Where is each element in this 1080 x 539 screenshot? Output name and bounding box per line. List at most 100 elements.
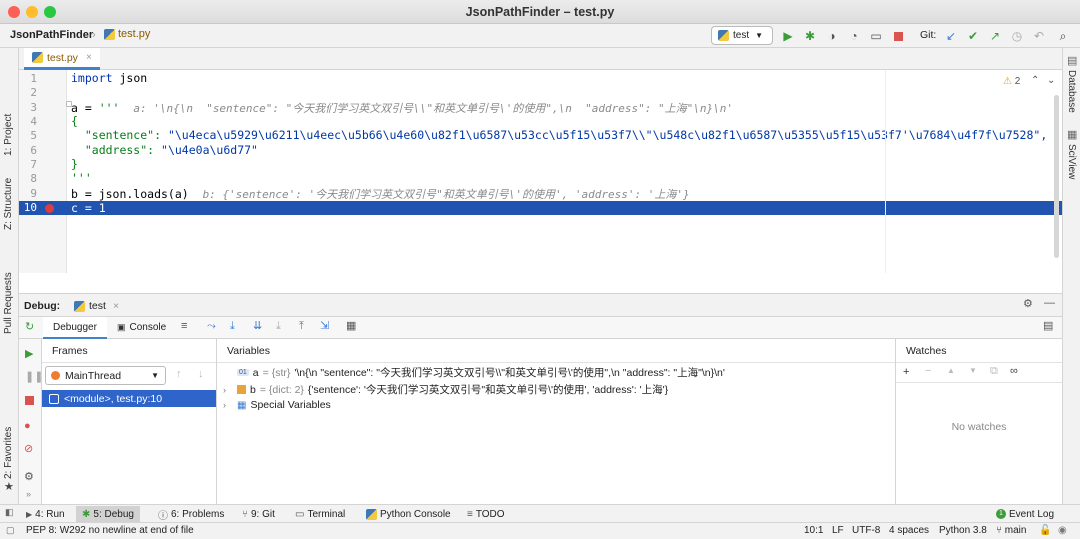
run-icon[interactable]: ▶	[779, 27, 797, 45]
file-encoding[interactable]: UTF-8	[852, 525, 880, 536]
show-execution-point-icon[interactable]: ⤳	[207, 321, 216, 332]
code-line-8: '''	[71, 171, 92, 185]
git-push-icon[interactable]: ↗	[986, 27, 1004, 45]
code-line-4: {	[71, 114, 78, 128]
close-tab-icon[interactable]: ×	[113, 300, 119, 312]
step-over-icon[interactable]: ⤓	[230, 321, 235, 332]
remove-watch-icon[interactable]: −	[925, 366, 931, 377]
variable-value: '\n{\n "sentence": "今天我们学习英文双引号\\"和英文单引号…	[294, 367, 725, 379]
copy-watch-icon[interactable]: ⧉	[990, 366, 998, 377]
inspection-icon[interactable]: ◉	[1058, 525, 1067, 536]
gear-icon[interactable]: ⚙	[1023, 299, 1033, 310]
breadcrumb-file[interactable]: test.py	[104, 28, 150, 40]
expand-icon[interactable]: ›	[223, 400, 233, 410]
status-panel-icon[interactable]: ▢	[6, 526, 15, 535]
pause-icon[interactable]: ❚❚	[25, 372, 43, 383]
variable-row[interactable]: › ▦ Special Variables	[223, 399, 331, 411]
expand-icon[interactable]: ›	[223, 385, 233, 395]
debugger-tab[interactable]: Debugger	[43, 317, 107, 339]
warnings-indicator[interactable]: ⚠ 2	[1003, 76, 1020, 87]
rollback-icon[interactable]: ↶	[1030, 27, 1048, 45]
resume-icon[interactable]: ▶	[25, 349, 33, 360]
navigation-bar: JsonPathFinder › test.py test ▼ ▶ ✱ ◑ ◔ …	[0, 24, 1080, 48]
problems-tool-button[interactable]: ⓘ 6: Problems	[158, 507, 224, 522]
git-branch-widget[interactable]: ⑂ main	[996, 525, 1026, 536]
favorites-tool-button[interactable]: 2: Favorites	[3, 427, 14, 479]
code-editor[interactable]: 1 2 3 4 5 6 7 8 9 10 import json a = '''…	[19, 70, 1062, 273]
add-watch-icon[interactable]: +	[903, 367, 909, 378]
profile-icon[interactable]: ◔	[845, 27, 863, 45]
run-configuration-select[interactable]: test ▼	[711, 26, 773, 45]
move-down-icon[interactable]: ▼	[969, 367, 977, 375]
concurrency-icon[interactable]: ▭	[867, 27, 885, 45]
variable-row[interactable]: › b = {dict: 2} {'sentence': '今天我们学习英文双引…	[223, 382, 668, 397]
run-tool-button[interactable]: ▶ 4: Run	[26, 507, 65, 521]
breakpoint-icon[interactable]	[45, 204, 54, 213]
todo-tool-button[interactable]: ≡ TODO	[467, 507, 505, 521]
git-update-icon[interactable]: ↙	[942, 27, 960, 45]
structure-tool-button[interactable]: Z: Structure	[3, 178, 14, 230]
breadcrumb-project[interactable]: JsonPathFinder	[10, 29, 93, 41]
move-up-icon[interactable]: ▲	[947, 367, 955, 375]
rerun-icon[interactable]: ↻	[25, 322, 34, 333]
pull-requests-tool-button[interactable]: Pull Requests	[3, 272, 14, 334]
arrow-down-icon[interactable]: ↓	[198, 369, 204, 380]
line-number: 6	[30, 144, 37, 157]
previous-highlight-icon[interactable]: ⌃	[1031, 75, 1039, 86]
step-into-icon[interactable]: ⇊	[253, 321, 262, 332]
watches-panel: Watches + − ▲ ▼ ⧉ ∞ No watches	[896, 339, 1062, 504]
variable-row[interactable]: 01 a = {str} '\n{\n "sentence": "今天我们学习英…	[237, 365, 725, 380]
database-tool-button[interactable]: Database	[1066, 70, 1077, 113]
thread-select[interactable]: MainThread ▼	[45, 366, 166, 385]
evaluate-expression-icon[interactable]: ▦	[346, 321, 356, 332]
stop-icon[interactable]	[25, 396, 34, 405]
git-commit-icon[interactable]: ✔	[964, 27, 982, 45]
code-text: :	[154, 128, 168, 142]
editor-scrollbar[interactable]	[1054, 95, 1059, 258]
close-tab-icon[interactable]: ×	[86, 52, 92, 63]
caret-position[interactable]: 10:1	[804, 525, 823, 536]
git-tool-button[interactable]: ⑂ 9: Git	[242, 507, 275, 521]
menu-icon[interactable]: ≡	[181, 321, 187, 332]
python-console-tool-button[interactable]: Python Console	[366, 507, 451, 521]
glasses-icon[interactable]: ∞	[1010, 366, 1018, 377]
history-icon[interactable]: ◷	[1008, 27, 1026, 45]
frame-row-selected[interactable]: <module>, test.py:10	[42, 390, 216, 407]
keyword-import: import	[71, 71, 113, 85]
python-icon	[74, 300, 85, 312]
hide-icon[interactable]: —	[1044, 298, 1055, 309]
arrow-up-icon[interactable]: ↑	[176, 369, 182, 380]
special-variables-icon: ▦	[237, 399, 247, 411]
project-tool-button[interactable]: 1: Project	[3, 114, 14, 156]
line-separator[interactable]: LF	[832, 525, 844, 536]
layout-settings-icon[interactable]: ▤	[1043, 321, 1053, 332]
step-into-my-code-icon[interactable]: ⤓	[276, 321, 281, 332]
step-out-icon[interactable]: ⤒	[299, 321, 304, 332]
sciview-tool-button[interactable]: SciView	[1066, 144, 1077, 179]
lock-icon[interactable]: 🔓	[1039, 525, 1051, 536]
editor-tab-test-py[interactable]: test.py ×	[24, 48, 100, 70]
view-breakpoints-icon[interactable]: ●	[24, 421, 31, 432]
debug-icon[interactable]: ✱	[801, 27, 819, 45]
coverage-icon[interactable]: ◑	[823, 27, 841, 45]
status-message[interactable]: PEP 8: W292 no newline at end of file	[26, 525, 194, 536]
code-text: :	[147, 143, 162, 157]
more-icon[interactable]: »	[26, 489, 31, 499]
toggle-tool-windows-icon[interactable]: ◧	[5, 508, 14, 517]
event-log-tool-button[interactable]: 1 Event Log	[996, 507, 1054, 521]
search-icon[interactable]: ⌕	[1054, 27, 1072, 45]
debug-session-tab[interactable]: test ×	[74, 300, 119, 312]
settings-icon[interactable]: ⚙	[24, 472, 34, 483]
terminal-tool-button[interactable]: ▭ Terminal	[295, 507, 345, 521]
mute-breakpoints-icon[interactable]: ⊘	[24, 444, 33, 455]
stop-icon[interactable]	[889, 27, 907, 45]
debug-tool-button[interactable]: ✱ 5: Debug	[76, 506, 140, 522]
editor-tab-bar: test.py ×	[19, 48, 1062, 70]
editor-gutter[interactable]: 1 2 3 4 5 6 7 8 9	[19, 70, 67, 273]
indent-setting[interactable]: 4 spaces	[889, 525, 929, 536]
console-tab[interactable]: ▣ Console	[117, 322, 166, 333]
git-branch-label: main	[1004, 525, 1027, 536]
next-highlight-icon[interactable]: ⌄	[1047, 75, 1055, 86]
run-to-cursor-icon[interactable]: ⇲	[320, 321, 329, 332]
python-interpreter[interactable]: Python 3.8	[939, 525, 987, 536]
